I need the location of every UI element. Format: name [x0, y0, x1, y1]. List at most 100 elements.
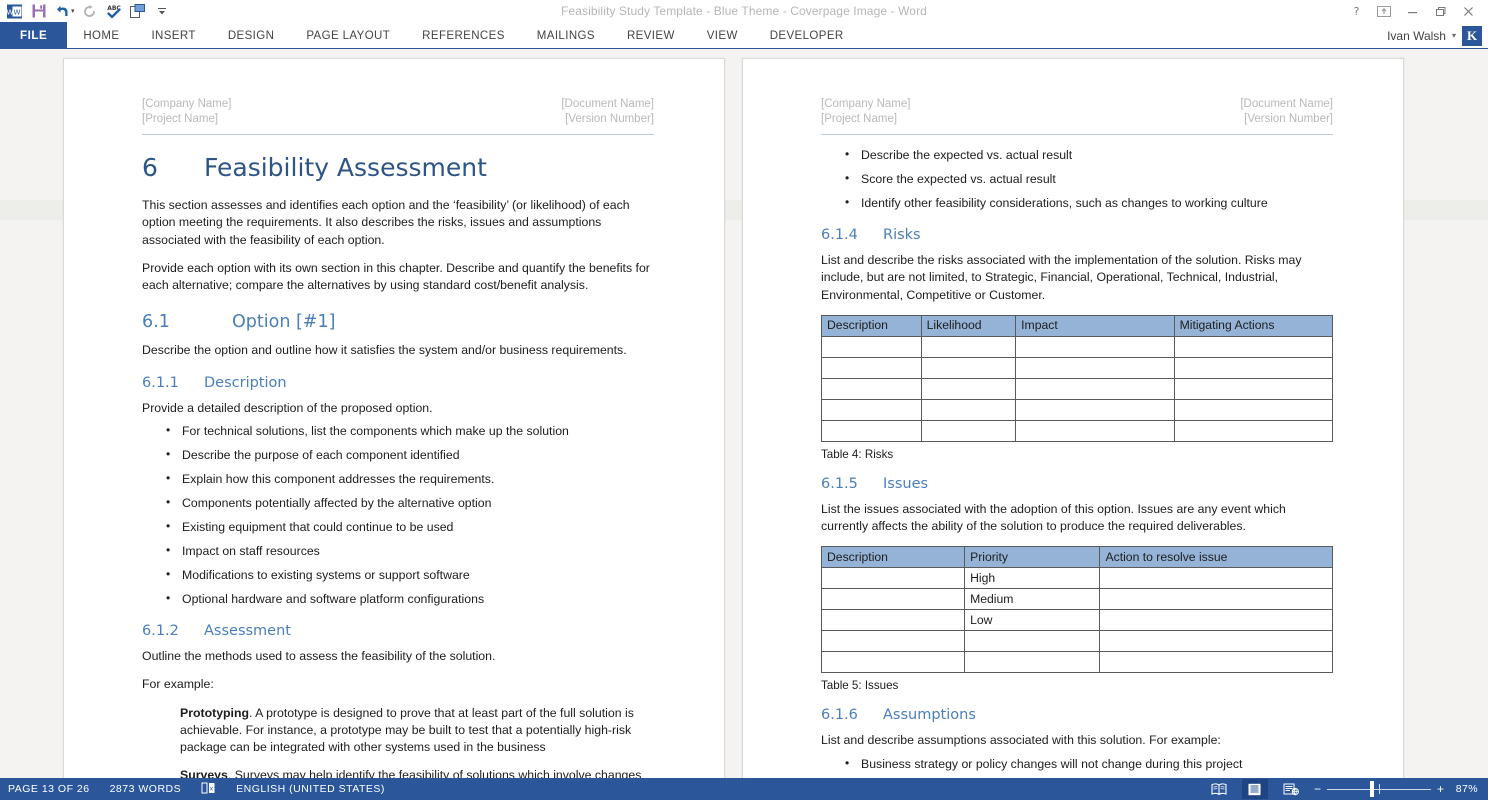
table-cell[interactable] — [821, 398, 922, 421]
table-row[interactable] — [821, 356, 1334, 379]
table-cell[interactable] — [1015, 398, 1175, 421]
heading-6-1-5-number: 6.1.5 — [821, 475, 858, 492]
minimize-icon[interactable] — [1398, 0, 1426, 22]
table-cell[interactable] — [1015, 377, 1175, 400]
paragraph-6-1-4-body: List and describe the risks associated w… — [821, 253, 1302, 302]
table-cell[interactable] — [920, 335, 1017, 358]
table-cell[interactable]: Medium — [964, 588, 1101, 611]
zoom-in-button[interactable]: + — [1437, 782, 1444, 796]
close-icon[interactable] — [1454, 0, 1482, 22]
ribbon-tabs: FILE HOME INSERT DESIGN PAGE LAYOUT REFE… — [0, 22, 860, 49]
table-row[interactable]: Low — [820, 609, 1333, 632]
tab-file[interactable]: FILE — [0, 22, 68, 49]
account-area[interactable]: Ivan Walsh ▾ K — [1387, 22, 1482, 49]
print-layout-icon[interactable] — [1241, 779, 1268, 799]
table-row[interactable]: Medium — [820, 588, 1333, 611]
table-cell[interactable] — [1099, 630, 1333, 653]
web-layout-icon[interactable] — [1278, 779, 1304, 799]
table-row[interactable] — [820, 651, 1333, 674]
list-item: For technical solutions, list the compon… — [142, 422, 654, 440]
table-cell[interactable] — [920, 419, 1017, 442]
tab-view[interactable]: VIEW — [691, 22, 754, 49]
tab-page-layout[interactable]: PAGE LAYOUT — [290, 22, 406, 49]
tab-home[interactable]: HOME — [67, 22, 135, 49]
table-cell[interactable] — [1015, 356, 1175, 379]
zoom-slider[interactable] — [1326, 781, 1431, 797]
issues-table[interactable]: Description Priority Action to resolve i… — [820, 546, 1333, 674]
table-cell[interactable] — [1173, 335, 1334, 358]
read-mode-icon[interactable] — [1206, 779, 1232, 799]
page-indicator[interactable]: PAGE 13 OF 26 — [8, 783, 90, 795]
table-header-cell: Description — [821, 314, 922, 337]
table-row[interactable] — [821, 377, 1334, 400]
tab-design[interactable]: DESIGN — [212, 22, 291, 49]
bullet-list-continued: Describe the expected vs. actual result … — [821, 146, 1333, 212]
table-cell[interactable] — [964, 651, 1101, 674]
table-cell[interactable] — [1099, 588, 1333, 611]
heading-chapter-6-title: Feasibility Assessment — [204, 153, 487, 182]
table-cell[interactable] — [1173, 377, 1334, 400]
table-cell[interactable] — [920, 377, 1017, 400]
table-cell[interactable] — [1099, 609, 1333, 632]
table-header-cell: Action to resolve issue — [1099, 546, 1333, 569]
header-document-name: [Document Name] — [1240, 98, 1333, 110]
heading-6-1-1: 6.1.1 Description — [142, 374, 654, 393]
tab-insert[interactable]: INSERT — [135, 22, 211, 49]
tab-developer[interactable]: DEVELOPER — [754, 22, 860, 49]
list-item: Modifications to existing systems or sup… — [142, 566, 654, 584]
account-dropdown-caret-icon[interactable]: ▾ — [1452, 31, 1456, 40]
word-count[interactable]: 2873 WORDS — [110, 783, 182, 795]
table-cell[interactable] — [1099, 651, 1333, 674]
heading-6-1-2-title: Assessment — [204, 623, 291, 640]
ribbon-display-options-icon[interactable] — [1370, 0, 1398, 22]
header-project-name: [Project Name] — [821, 113, 898, 125]
restore-icon[interactable] — [1426, 0, 1454, 22]
table-cell[interactable] — [821, 356, 922, 379]
tab-review[interactable]: REVIEW — [611, 22, 691, 49]
table-cell[interactable] — [821, 377, 922, 400]
table-cell[interactable] — [1173, 419, 1334, 442]
table-cell[interactable] — [820, 567, 966, 590]
table-cell[interactable] — [821, 335, 922, 358]
zoom-out-button[interactable]: − — [1314, 782, 1321, 796]
tab-references[interactable]: REFERENCES — [406, 22, 521, 49]
table-cell[interactable] — [964, 630, 1101, 653]
language-indicator[interactable]: ENGLISH (UNITED STATES) — [236, 783, 385, 795]
table-cell[interactable] — [820, 588, 966, 611]
heading-chapter-6-number: 6 — [142, 153, 158, 182]
table-cell[interactable] — [1099, 567, 1333, 590]
table-row[interactable] — [820, 630, 1333, 653]
definition-surveys: Surveys. Surveys may help identify the f… — [142, 767, 654, 778]
avatar[interactable]: K — [1462, 25, 1482, 46]
table-cell[interactable] — [1015, 335, 1175, 358]
zoom-slider-thumb[interactable] — [1369, 781, 1374, 797]
table-header-cell: Priority — [964, 546, 1101, 569]
table-cell[interactable] — [820, 630, 966, 653]
table-cell[interactable] — [1015, 419, 1175, 442]
document-canvas[interactable]: [Company Name] [Project Name] [Document … — [0, 49, 1488, 778]
table-row[interactable] — [821, 398, 1334, 421]
header-company-name: [Company Name] — [821, 98, 911, 110]
help-icon[interactable]: ? — [1342, 0, 1370, 22]
table-cell[interactable]: Low — [964, 609, 1101, 632]
list-item: Impact on staff resources — [142, 542, 654, 560]
table-cell[interactable] — [820, 609, 966, 632]
table-cell[interactable] — [920, 356, 1017, 379]
page-header-right: [Company Name] [Project Name] [Document … — [821, 97, 1333, 135]
proofing-errors-icon[interactable]: x — [201, 782, 216, 797]
page-right-content: [Company Name] [Project Name] [Document … — [820, 97, 1334, 778]
table-cell[interactable] — [820, 651, 966, 674]
risks-table[interactable]: Description Likelihood Impact Mitigating… — [821, 314, 1334, 442]
table-cell[interactable] — [920, 398, 1017, 421]
zoom-level-label[interactable]: 87% — [1450, 783, 1478, 795]
table-cell[interactable] — [1173, 356, 1334, 379]
paragraph-6-1-2-body: Outline the methods used to assess the f… — [142, 649, 496, 664]
table-row[interactable]: High — [820, 567, 1333, 590]
table-cell[interactable] — [821, 419, 922, 442]
word-application-window: W W ▾ ABC Feasibility Study Template - B… — [0, 0, 1488, 800]
table-row[interactable] — [821, 419, 1334, 442]
table-cell[interactable] — [1173, 398, 1334, 421]
tab-mailings[interactable]: MAILINGS — [521, 22, 611, 49]
table-row[interactable] — [821, 335, 1334, 358]
table-cell[interactable]: High — [964, 567, 1101, 590]
